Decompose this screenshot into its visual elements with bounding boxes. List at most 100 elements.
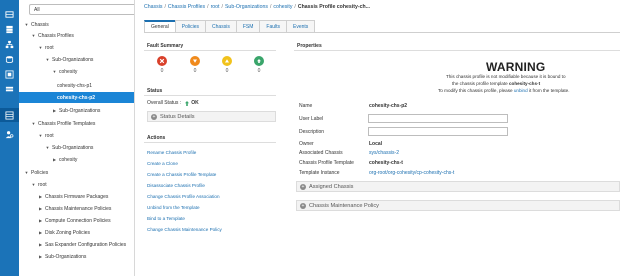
unbind-link[interactable]: unbind [514, 88, 528, 93]
tree-toggle-icon[interactable]: ▶ [38, 206, 43, 211]
tree-toggle-icon[interactable]: ▼ [52, 69, 57, 74]
tree-toggle-icon[interactable]: ▼ [45, 145, 50, 150]
breadcrumb-separator: / [294, 4, 296, 10]
tree-item-cohesity[interactable]: ▼ cohesity [19, 66, 134, 77]
tree-toggle-icon[interactable]: ▶ [38, 194, 43, 199]
tree-item-chassis-profile-p2[interactable]: cohesity-chs-p2 [19, 92, 134, 103]
tab-chassis[interactable]: Chassis [205, 20, 237, 32]
storage-icon[interactable] [0, 82, 19, 96]
breadcrumb-link-chassis[interactable]: Chassis [144, 4, 162, 10]
tree-item-chassis-maintenance-policies[interactable]: ▶ Chassis Maintenance Policies [19, 203, 134, 214]
equipment-icon[interactable] [0, 7, 19, 21]
filter-dropdown[interactable]: All ▾ [29, 4, 134, 15]
breadcrumb-link-root[interactable]: root [211, 4, 220, 10]
tree-item-chassis-firmware-packages[interactable]: ▶ Chassis Firmware Packages [19, 191, 134, 202]
admin-icon[interactable] [0, 127, 19, 141]
tree-item-sub-organizations[interactable]: ▼ Sub-Organizations [19, 142, 134, 153]
tab-general[interactable]: General [144, 20, 176, 32]
tree-toggle-icon[interactable]: ▶ [52, 157, 57, 162]
tree-item-root[interactable]: ▼ root [19, 179, 134, 190]
warning-title: WARNING [486, 60, 546, 74]
breadcrumb-link-cohesity[interactable]: cohesity [273, 4, 292, 10]
tree-item-cohesity-template-org[interactable]: ▶ cohesity [19, 154, 134, 165]
breadcrumb-link-sub-organizations[interactable]: Sub-Organizations [225, 4, 268, 10]
status-details-toggle[interactable]: + Status Details [147, 111, 276, 122]
fault-warning[interactable]: 0 [252, 56, 266, 74]
tree-toggle-icon[interactable]: ▶ [38, 230, 43, 235]
tree-item-chassis-profile-templates[interactable]: ▼ Chassis Profile Templates [19, 118, 134, 129]
tree-item-disk-zoning-policies[interactable]: ▶ Disk Zoning Policies [19, 227, 134, 238]
fault-minor[interactable]: 0 [220, 56, 234, 74]
tree-item-root[interactable]: ▼ root [19, 42, 134, 53]
tab-faults[interactable]: Faults [259, 20, 288, 32]
navigation-panel: All ▾ ▼Chassis ▼Chassis Profiles ▼root ▼… [19, 0, 135, 276]
breadcrumb: Chassis / Chassis Profiles / root / Sub-Organi… [144, 4, 370, 10]
lan-icon[interactable] [0, 37, 19, 51]
breadcrumb-separator: / [269, 4, 272, 10]
tree-item-policies[interactable]: ▼ Policies [19, 167, 134, 178]
tree-item-compute-connection-policies[interactable]: ▶ Compute Connection Policies [19, 215, 134, 226]
owner-label: Owner [299, 141, 314, 147]
san-icon[interactable] [0, 52, 19, 66]
servers-icon[interactable] [0, 22, 19, 36]
breadcrumb-link-chassis-profiles[interactable]: Chassis Profiles [168, 4, 205, 10]
template-instance-link[interactable]: org-root/org-cohesity/cp-cohesity-chs-t [369, 170, 454, 176]
associated-chassis-label: Associated Chassis [299, 150, 343, 156]
owner-value: Local [369, 141, 383, 147]
tree-item-sas-expander-configuration-policies[interactable]: ▶ Sas Expander Configuration Policies [19, 239, 134, 250]
tree-toggle-icon[interactable]: ▼ [45, 57, 50, 62]
template-label: Chassis Profile Template [299, 160, 354, 166]
tree-toggle-icon[interactable]: ▼ [38, 133, 43, 138]
warning-fault-icon [254, 56, 264, 66]
description-input[interactable] [368, 127, 508, 136]
action-change-chassis-profile-association[interactable]: Change Chassis Profile Association [147, 194, 220, 199]
fault-major[interactable]: 0 [188, 56, 202, 74]
assigned-chassis-toggle[interactable]: + Assigned Chassis [296, 181, 620, 192]
minor-fault-icon [222, 56, 232, 66]
associated-chassis-link[interactable]: sys/chassis-2 [369, 150, 399, 156]
major-fault-icon [190, 56, 200, 66]
status-title: Status [147, 88, 163, 94]
tree-toggle-icon[interactable]: ▼ [31, 182, 36, 187]
tree-toggle-icon[interactable]: ▶ [38, 254, 43, 259]
tree-toggle-icon[interactable]: ▼ [31, 33, 36, 38]
tree-toggle-icon[interactable]: ▼ [24, 22, 29, 27]
vm-icon[interactable] [0, 67, 19, 81]
tree-toggle-icon[interactable]: ▶ [38, 218, 43, 223]
divider [144, 142, 276, 143]
critical-fault-icon [157, 56, 167, 66]
divider [144, 50, 276, 51]
action-unbind-from-template[interactable]: Unbind from the Template [147, 205, 200, 210]
tree-item-root[interactable]: ▼ root [19, 130, 134, 141]
expand-icon: + [300, 202, 306, 209]
action-create-clone[interactable]: Create a Clone [147, 161, 178, 166]
tree-toggle-icon[interactable]: ▼ [24, 170, 29, 175]
warning-message-line3: To modify this chassis profile, please u… [438, 88, 570, 93]
expand-icon: + [151, 113, 157, 120]
tree-toggle-icon[interactable]: ▶ [38, 242, 43, 247]
tree-item-sub-organizations[interactable]: ▶ Sub-Organizations [19, 251, 134, 262]
tree-toggle-icon[interactable]: ▶ [52, 108, 57, 113]
action-change-chassis-maintenance-policy[interactable]: Change Chassis Maintenance Policy [147, 227, 222, 232]
tree-item-sub-organizations[interactable]: ▼ Sub-Organizations [19, 54, 134, 65]
chassis-icon[interactable] [0, 108, 19, 122]
user-label-input[interactable] [368, 114, 508, 123]
action-create-chassis-profile-template[interactable]: Create a Chassis Profile Template [147, 172, 216, 177]
tree-item-chassis-profiles[interactable]: ▼ Chassis Profiles [19, 30, 134, 41]
action-bind-to-template[interactable]: Bind to a Template [147, 216, 185, 221]
action-rename-chassis-profile[interactable]: Rename Chassis Profile [147, 150, 196, 155]
tree-item-sub-organizations-nested[interactable]: ▶ Sub-Organizations [19, 105, 134, 116]
breadcrumb-separator: / [207, 4, 209, 10]
fault-count-critical: 0 [160, 68, 164, 74]
fault-critical[interactable]: 0 [155, 56, 169, 74]
tree-item-chassis[interactable]: ▼ Chassis [19, 19, 134, 30]
chassis-maintenance-policy-toggle[interactable]: + Chassis Maintenance Policy [296, 200, 620, 211]
tree-item-chassis-profile-p1[interactable]: cohesity-chs-p1 [19, 80, 134, 91]
tab-fsm[interactable]: FSM [235, 20, 261, 32]
overall-status-value: OK [191, 100, 199, 106]
action-disassociate-chassis-profile[interactable]: Disassociate Chassis Profile [147, 183, 205, 188]
tree-toggle-icon[interactable]: ▼ [31, 121, 36, 126]
tab-policies[interactable]: Policies [174, 20, 207, 32]
tab-events[interactable]: Events [286, 20, 316, 32]
tree-toggle-icon[interactable]: ▼ [38, 45, 43, 50]
